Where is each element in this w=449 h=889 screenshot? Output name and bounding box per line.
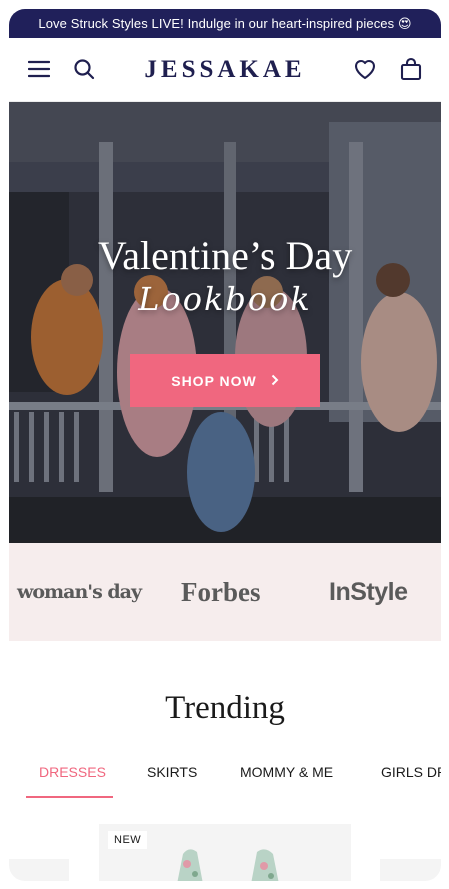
chevron-right-icon [271,373,279,389]
instyle-logo: InStyle [329,577,408,606]
tab-mommy-and-me[interactable]: MOMMY & ME [240,759,333,791]
site-header: JESSAKAE [9,38,441,102]
product-card[interactable]: NEW [99,824,351,881]
womans-day-logo: woman's day [17,581,142,603]
hamburger-menu-icon[interactable] [26,56,52,82]
hero-banner[interactable]: Valentine’s Day Lookbook SHOP NOW [9,102,441,543]
tab-dresses[interactable]: DRESSES [39,759,106,791]
press-logos-strip: woman's day Forbes InStyle [9,543,441,641]
product-card-peek-right[interactable] [380,859,441,881]
hero-title: Valentine’s Day [97,233,353,278]
active-tab-indicator [26,796,113,798]
tab-girls-dresses[interactable]: GIRLS DR [381,759,441,791]
search-icon[interactable] [71,56,97,82]
trending-heading: Trending [165,690,285,726]
hero-subtitle: Lookbook [138,280,312,318]
shopping-bag-icon[interactable] [398,56,424,82]
product-card-peek-left[interactable] [9,859,69,881]
forbes-logo: Forbes [181,576,261,607]
heart-icon[interactable] [352,56,378,82]
trending-tabs: DRESSES SKIRTS MOMMY & ME GIRLS DR [9,759,441,791]
announcement-bar[interactable]: Love Struck Styles LIVE! Indulge in our … [9,9,441,38]
phone-frame: Love Struck Styles LIVE! Indulge in our … [9,9,441,881]
tab-skirts[interactable]: SKIRTS [147,759,197,791]
shop-now-label: SHOP NOW [171,372,257,389]
shop-now-button[interactable]: SHOP NOW [130,354,320,407]
product-image [177,849,279,881]
announcement-text: Love Struck Styles LIVE! Indulge in our … [38,15,412,31]
hero-photo [9,102,441,543]
